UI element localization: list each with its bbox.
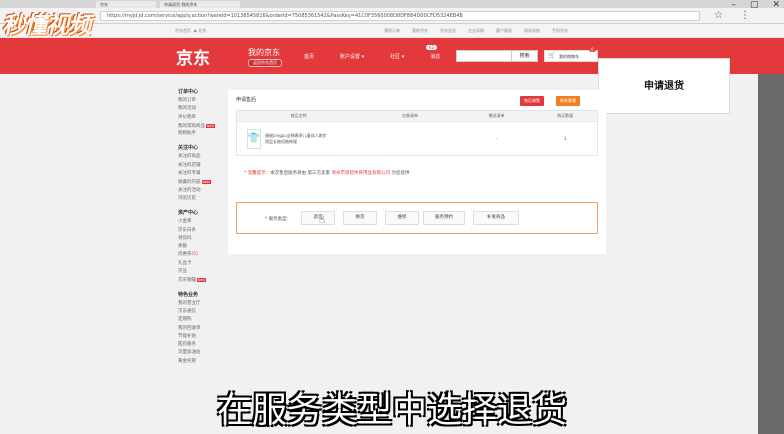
topbar-link[interactable]: 我的京东 (412, 28, 428, 34)
sidebar-group-title: 特色业务 (178, 291, 199, 298)
page-title: 申请售后 (236, 97, 257, 103)
sidebar-item[interactable]: 小金库 (178, 218, 228, 226)
qty-cell: 1 (563, 136, 567, 141)
sidebar-item[interactable]: 京豆 (178, 268, 228, 276)
topbar-link[interactable]: 客户服务 (496, 28, 512, 34)
sidebar-item[interactable]: 关注的专辑 (178, 170, 228, 178)
site-topbar: 京东首页 ◉ 北京 我的订单 我的京东 京东会员 企业采购 客户服务 网站导航 … (0, 24, 784, 38)
browser-tab[interactable]: 京东 (96, 1, 156, 8)
sidebar-item[interactable]: 优惠券(5) (178, 251, 228, 259)
after-sales-policy-button[interactable]: 售后政策 (520, 96, 544, 106)
product-image[interactable]: 👕 (247, 128, 261, 149)
scroll-area (758, 74, 784, 434)
table-header: 商品名称 包装清单 赠送清单 购买数量 (237, 111, 597, 121)
col-header: 包装清单 (402, 113, 419, 118)
sidebar-group-title: 资产中心 (178, 210, 199, 217)
contact-service-button[interactable]: 联系客服 (556, 96, 580, 106)
sidebar-item[interactable]: 我的常购商品 NEW (178, 122, 228, 130)
topbar-link[interactable]: 手机京东 (552, 28, 568, 34)
browser-tab-strip: 京东 申请退货-我的京东 – ▢ ✕ (0, 0, 784, 10)
sidebar-item[interactable]: 我的回收单 (178, 325, 228, 333)
product-name[interactable]: 康婉pingpu全棉春季儿童成人跑步透层长袖短袖袜服 (265, 133, 329, 145)
sidebar-item[interactable]: 我的营业厅 (178, 300, 228, 308)
topbar-link[interactable]: 网站导航 (524, 28, 540, 34)
service-appointment-button[interactable]: 服务预约 (423, 211, 465, 225)
col-header: 商品名称 (290, 113, 307, 118)
sidebar-item[interactable]: 京东钢镚 NEW (178, 276, 228, 284)
service-reissue-button[interactable]: 补发商品 (473, 211, 519, 225)
service-exchange-button[interactable]: 换货 (343, 211, 377, 225)
sidebar-item[interactable]: 医药服务 (178, 341, 228, 349)
location[interactable]: 京东首页 ◉ 北京 (175, 28, 206, 34)
vendor-link[interactable]: 青州市恩智体育用品有限公司 (332, 171, 391, 176)
video-subtitle: 在服务类型中选择退货 (216, 391, 567, 431)
sidebar-item[interactable]: 我的订单 (178, 97, 228, 105)
sidebar-item[interactable]: 定期购 (178, 316, 228, 324)
my-jd-title: 我的京东 (248, 48, 280, 57)
url-field[interactable]: https://myjd.jd.com/service/apply.action… (100, 11, 700, 21)
search-button[interactable]: 搜索 (511, 50, 538, 62)
service-return-button[interactable]: 退货 (301, 211, 335, 225)
nav-home[interactable]: 首页 (304, 53, 314, 60)
header-nav: 首页 账户设置 ▾ 社区 ▾ 消息 (304, 53, 440, 60)
menu-icon[interactable]: ⋮ (740, 10, 750, 21)
notice-text: * 温馨提示：本次售后服务将由 第三方卖家 青州市恩智体育用品有限公司 为您提供 (244, 171, 410, 176)
sidebar-item[interactable]: 节能补贴 (178, 333, 228, 341)
sidebar-item[interactable]: 关注的店铺 (178, 162, 228, 170)
product-table: 商品名称 包装清单 赠送清单 购买数量 👕 康婉pingpu全棉春季儿童成人跑步… (236, 110, 598, 156)
watermark-logo: 秒懂视频 (2, 12, 91, 39)
sidebar-item[interactable]: 领货码 (178, 235, 228, 243)
table-row: 👕 康婉pingpu全棉春季儿童成人跑步透层长袖短袖袜服 - 1 (237, 121, 597, 155)
sidebar-group-title: 关注中心 (178, 145, 199, 152)
address-bar: https://myjd.jd.com/service/apply.action… (0, 8, 784, 24)
browser-tab-active[interactable]: 申请退货-我的京东 (160, 1, 240, 8)
nav-messages[interactable]: 消息 (430, 53, 440, 60)
topbar-link[interactable]: 我的订单 (384, 28, 400, 34)
sidebar-item[interactable]: 京东白条 (178, 227, 228, 235)
after-sales-panel: 申请售后 售后政策 联系客服 商品名称 包装清单 赠送清单 购买数量 👕 康婉p… (228, 90, 606, 254)
cursor-icon: ☝ (319, 215, 326, 226)
topbar-link[interactable]: 京东会员 (440, 28, 456, 34)
sidebar-item[interactable]: 余额 (178, 243, 228, 251)
sidebar-item[interactable]: 关注的商品 (178, 153, 228, 161)
service-repair-button[interactable]: 维修 (385, 211, 419, 225)
sidebar-group-title: 订单中心 (178, 89, 199, 95)
cart-count-badge: 0 (589, 47, 596, 52)
sidebar: 订单中心 我的订单 我的活动 评价晒单 我的常购商品 NEW 购物助手 关注中心 … (178, 82, 228, 366)
sidebar-item[interactable]: 黄金托管 (178, 358, 228, 366)
cart-icon: 🛒 (548, 52, 556, 59)
col-header: 赠送清单 (488, 113, 505, 118)
sidebar-item[interactable]: 评价晒单 (178, 114, 228, 122)
sidebar-item[interactable]: 流量加油站 (178, 349, 228, 357)
callout-label: 申请退货 (598, 58, 730, 114)
star-icon[interactable]: ☆ (714, 10, 723, 21)
nav-account[interactable]: 账户设置 ▾ (340, 53, 364, 60)
home-button[interactable]: 返回京东首页 (248, 59, 282, 67)
sidebar-item[interactable]: 关注的活动 (178, 187, 228, 195)
gift-cell: - (495, 136, 498, 141)
sidebar-item[interactable]: 京东通信 (178, 308, 228, 316)
topbar-link[interactable]: 企业采购 (468, 28, 484, 34)
nav-community[interactable]: 社区 ▾ (390, 53, 404, 60)
sidebar-item[interactable]: 礼品卡 (178, 260, 228, 268)
col-header: 购买数量 (557, 113, 574, 118)
sidebar-item[interactable]: 我的活动 (178, 105, 228, 113)
message-count-badge: 62 (426, 45, 438, 50)
sidebar-item[interactable]: 浏览历史 (178, 195, 228, 203)
service-type-label: * 服务类型： (265, 217, 292, 222)
sidebar-item[interactable]: 收藏的内容 NEW (178, 178, 228, 186)
jd-logo[interactable]: 京东 (176, 44, 210, 69)
sidebar-item[interactable]: 购物助手 (178, 130, 228, 138)
product-cell: 👕 康婉pingpu全棉春季儿童成人跑步透层长袖短袖袜服 (237, 128, 360, 149)
service-type-box: * 服务类型： 退货 换货 维修 服务预约 补发商品 ☝ (236, 202, 598, 234)
